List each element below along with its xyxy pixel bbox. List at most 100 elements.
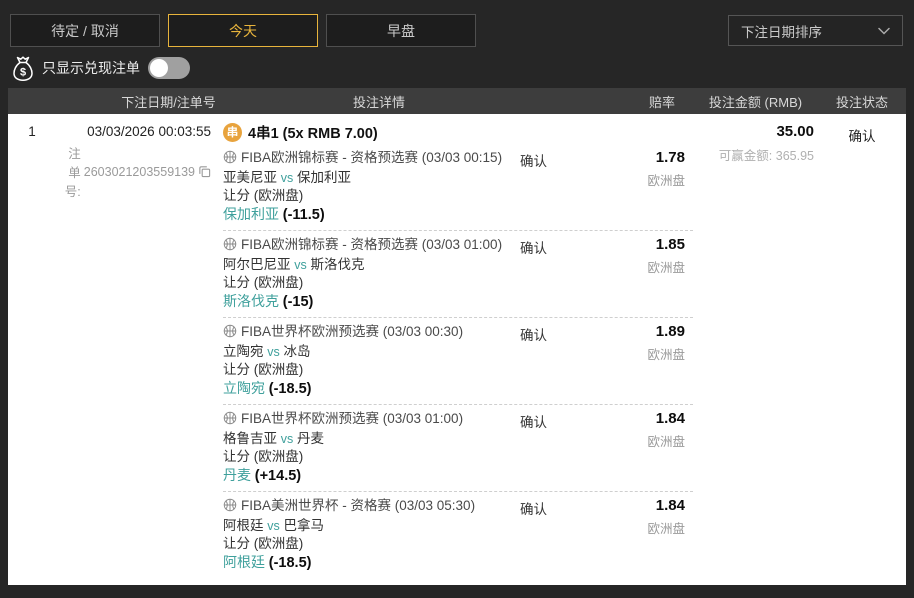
tab-pending-cancelled[interactable]: 待定 / 取消 <box>10 14 160 47</box>
tab-today[interactable]: 今天 <box>168 14 318 47</box>
vs-label: vs <box>267 345 280 359</box>
picked-team: 阿根廷 <box>223 554 265 570</box>
tab-early-markets[interactable]: 早盘 <box>326 14 476 47</box>
bet-leg: FIBA欧洲锦标赛 - 资格预选赛 (03/03 00:15) 亚美尼亚 vs … <box>223 144 693 231</box>
header-odds: 赔率 <box>649 92 693 111</box>
league-line: FIBA世界杯欧洲预选赛 (03/03 01:00) <box>223 410 510 430</box>
ticket-number-line: 注单号: 2603021203559139 <box>56 143 211 200</box>
leg-odds-cell: 1.84 欧洲盘 <box>598 497 693 572</box>
league-name: FIBA欧洲锦标赛 - 资格预选赛 (03/03 01:00) <box>241 237 502 252</box>
bet-leg: FIBA美洲世界杯 - 资格赛 (03/03 05:30) 阿根廷 vs 巴拿马… <box>223 492 693 578</box>
header-bet-details: 投注详情 <box>353 92 405 111</box>
parlay-icon: 串 <box>223 123 242 142</box>
date-ticket-cell: 03/03/2026 00:03:55 注单号: 260302120355913… <box>56 120 223 578</box>
leg-status: 确认 <box>510 323 598 398</box>
league-line: FIBA美洲世界杯 - 资格赛 (03/03 05:30) <box>223 497 510 517</box>
league-name: FIBA美洲世界杯 - 资格赛 (03/03 05:30) <box>241 498 475 513</box>
vs-label: vs <box>281 432 294 446</box>
odds-value: 1.85 <box>598 236 685 254</box>
sort-dropdown-label: 下注日期排序 <box>741 21 822 41</box>
handicap-line: (+14.5) <box>255 468 301 484</box>
header-amount: 投注金额 (RMB) <box>693 92 818 111</box>
bet-amount: 35.00 <box>693 120 814 140</box>
picked-team: 丹麦 <box>223 467 251 483</box>
league-line: FIBA欧洲锦标赛 - 资格预选赛 (03/03 00:15) <box>223 149 510 169</box>
picked-team: 立陶宛 <box>223 380 265 396</box>
home-team: 阿根廷 <box>223 518 264 533</box>
potential-win-label: 可赢金额: <box>719 149 772 163</box>
pick-line: 斯洛伐克 (-15) <box>223 293 510 312</box>
copy-icon[interactable] <box>198 165 211 178</box>
odds-type: 欧洲盘 <box>598 518 685 537</box>
app-frame: 待定 / 取消 今天 早盘 下注日期排序 $ 只显示兑现注单 下注日期/注单号 … <box>0 0 914 598</box>
league-name: FIBA欧洲锦标赛 - 资格预选赛 (03/03 00:15) <box>241 150 502 165</box>
leg-status: 确认 <box>510 149 598 224</box>
odds-type: 欧洲盘 <box>598 257 685 276</box>
home-team: 阿尔巴尼亚 <box>223 257 291 272</box>
away-team: 丹麦 <box>297 431 324 446</box>
vs-label: vs <box>294 258 307 272</box>
bet-leg: FIBA欧洲锦标赛 - 资格预选赛 (03/03 01:00) 阿尔巴尼亚 vs… <box>223 231 693 318</box>
market-type: 让分 (欧洲盘) <box>223 535 510 553</box>
leg-status: 确认 <box>510 497 598 572</box>
odds-value: 1.78 <box>598 149 685 167</box>
odds-type: 欧洲盘 <box>598 431 685 450</box>
market-type: 让分 (欧洲盘) <box>223 361 510 379</box>
odds-type: 欧洲盘 <box>598 344 685 363</box>
basketball-icon <box>223 324 237 343</box>
league-name: FIBA世界杯欧洲预选赛 (03/03 01:00) <box>241 411 463 426</box>
bet-details-cell: 串 4串1 (5x RMB 7.00) FIBA欧洲锦标赛 - 资格预选赛 (0… <box>223 120 693 578</box>
leg-detail: FIBA欧洲锦标赛 - 资格预选赛 (03/03 00:15) 亚美尼亚 vs … <box>223 149 510 224</box>
filter-tabs: 待定 / 取消 今天 早盘 <box>10 14 476 47</box>
parlay-title: 4串1 (5x RMB 7.00) <box>248 122 378 143</box>
pick-line: 立陶宛 (-18.5) <box>223 380 510 399</box>
odds-value: 1.84 <box>598 497 685 515</box>
amount-cell: 35.00 可赢金额: 365.95 <box>693 120 818 578</box>
leg-detail: FIBA世界杯欧洲预选赛 (03/03 01:00) 格鲁吉亚 vs 丹麦 让分… <box>223 410 510 485</box>
cashout-toggle[interactable] <box>148 57 190 79</box>
pick-line: 保加利亚 (-11.5) <box>223 206 510 225</box>
picked-team: 保加利亚 <box>223 206 279 222</box>
bet-status: 确认 <box>818 120 906 578</box>
odds-value: 1.89 <box>598 323 685 341</box>
topbar: 待定 / 取消 今天 早盘 下注日期排序 <box>10 14 903 47</box>
bet-leg: FIBA世界杯欧洲预选赛 (03/03 00:30) 立陶宛 vs 冰岛 让分 … <box>223 318 693 405</box>
picked-team: 斯洛伐克 <box>223 293 279 309</box>
leg-status: 确认 <box>510 410 598 485</box>
home-team: 亚美尼亚 <box>223 170 277 185</box>
table-header: 下注日期/注单号 投注详情 赔率 投注金额 (RMB) 投注状态 <box>8 88 906 114</box>
home-team: 格鲁吉亚 <box>223 431 277 446</box>
teams-line: 亚美尼亚 vs 保加利亚 <box>223 169 510 188</box>
legs-list: FIBA欧洲锦标赛 - 资格预选赛 (03/03 00:15) 亚美尼亚 vs … <box>223 144 693 578</box>
header-status: 投注状态 <box>818 92 906 111</box>
handicap-line: (-18.5) <box>269 381 312 397</box>
bet-date: 03/03/2026 00:03:55 <box>56 120 211 139</box>
leg-odds-cell: 1.84 欧洲盘 <box>598 410 693 485</box>
toggle-knob <box>150 59 168 77</box>
odds-type: 欧洲盘 <box>598 170 685 189</box>
basketball-icon <box>223 498 237 517</box>
header-date-ticket: 下注日期/注单号 <box>56 92 223 111</box>
row-number: 1 <box>8 120 56 578</box>
vs-label: vs <box>267 519 280 533</box>
handicap-line: (-15) <box>283 294 314 310</box>
league-name: FIBA世界杯欧洲预选赛 (03/03 00:30) <box>241 324 463 339</box>
market-type: 让分 (欧洲盘) <box>223 187 510 205</box>
bet-leg: FIBA世界杯欧洲预选赛 (03/03 01:00) 格鲁吉亚 vs 丹麦 让分… <box>223 405 693 492</box>
sort-dropdown[interactable]: 下注日期排序 <box>728 15 903 46</box>
ticket-number-label: 注单号: <box>56 143 81 200</box>
basketball-icon <box>223 411 237 430</box>
market-type: 让分 (欧洲盘) <box>223 448 510 466</box>
odds-value: 1.84 <box>598 410 685 428</box>
leg-detail: FIBA世界杯欧洲预选赛 (03/03 00:30) 立陶宛 vs 冰岛 让分 … <box>223 323 510 398</box>
cashout-filter-row: $ 只显示兑现注单 <box>12 54 190 82</box>
bet-list-panel: 1 03/03/2026 00:03:55 注单号: 2603021203559… <box>8 114 906 585</box>
teams-line: 格鲁吉亚 vs 丹麦 <box>223 430 510 449</box>
leg-odds-cell: 1.89 欧洲盘 <box>598 323 693 398</box>
handicap-line: (-11.5) <box>283 207 325 223</box>
leg-odds-cell: 1.78 欧洲盘 <box>598 149 693 224</box>
home-team: 立陶宛 <box>223 344 264 359</box>
basketball-icon <box>223 237 237 256</box>
header-details-group: 投注详情 赔率 <box>223 92 693 111</box>
away-team: 斯洛伐克 <box>311 257 365 272</box>
